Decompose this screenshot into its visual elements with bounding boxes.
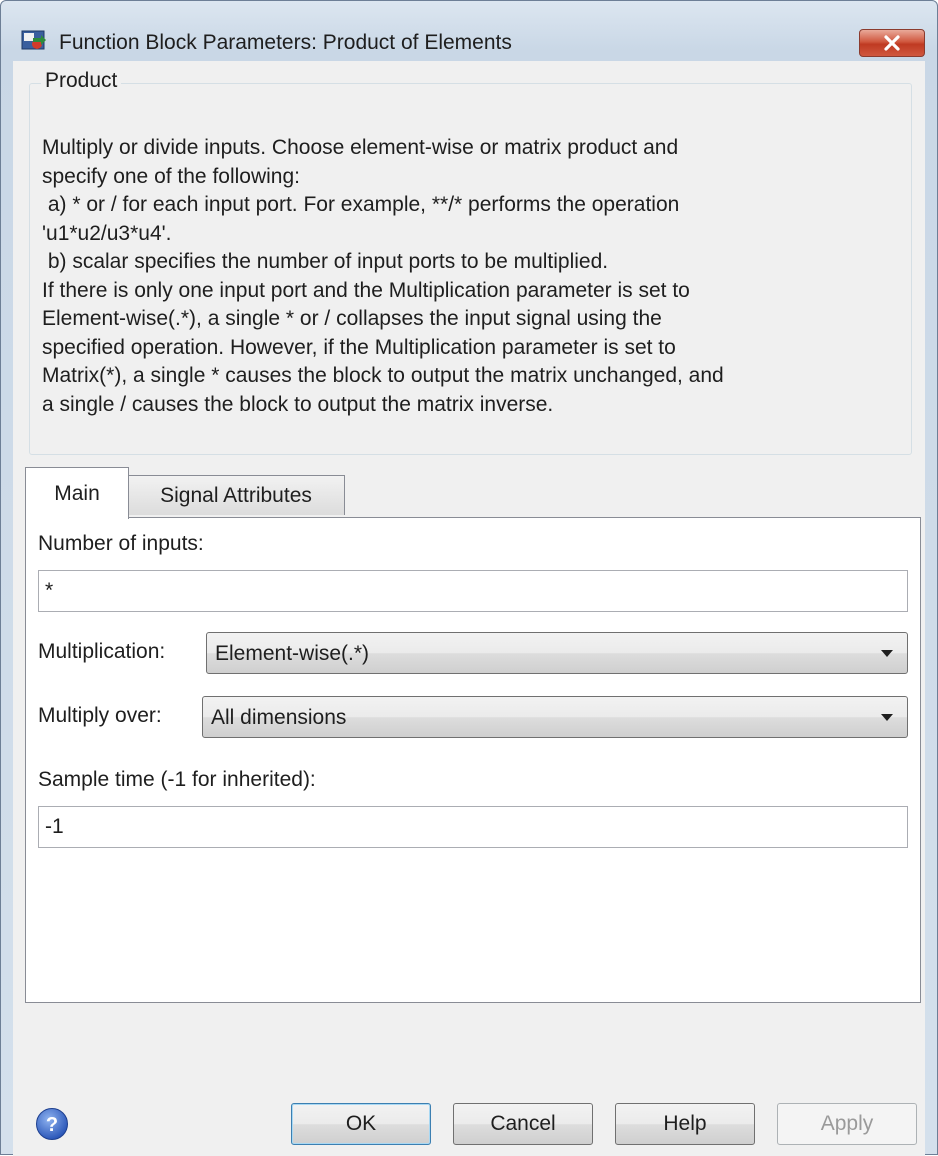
block-description: Multiply or divide inputs. Choose elemen…	[42, 134, 912, 419]
ok-button[interactable]: OK	[291, 1103, 431, 1145]
description-line: b) scalar specifies the number of input …	[42, 250, 609, 273]
description-line: Multiply or divide inputs. Choose elemen…	[42, 136, 679, 159]
num-inputs-label: Number of inputs:	[38, 532, 204, 555]
tab-main[interactable]: Main	[25, 467, 129, 519]
product-groupbox: Multiply or divide inputs. Choose elemen…	[29, 83, 912, 455]
main-tab-panel: Number of inputs: Multiplication: Elemen…	[25, 517, 921, 1003]
close-button[interactable]	[859, 29, 925, 57]
close-icon	[884, 35, 900, 51]
sample-time-label: Sample time (-1 for inherited):	[38, 768, 316, 791]
description-line: Element-wise(.*), a single * or / collap…	[42, 307, 662, 330]
description-line: specify one of the following:	[42, 164, 300, 188]
multiply-over-value: All dimensions	[211, 706, 347, 729]
help-question-icon[interactable]: ?	[35, 1107, 69, 1141]
simulink-block-icon	[21, 30, 46, 50]
groupbox-label: Product	[41, 69, 122, 93]
description-line: If there is only one input port and the …	[42, 278, 690, 302]
chevron-down-icon	[881, 714, 893, 721]
tab-signal-attributes[interactable]: Signal Attributes	[127, 475, 345, 515]
svg-text:?: ?	[46, 1114, 58, 1136]
multiply-over-label: Multiply over:	[38, 704, 162, 727]
tab-strip: Main Signal Attributes	[25, 467, 925, 519]
description-line: Matrix(*), a single * causes the block t…	[42, 364, 724, 387]
description-line: a single / causes the block to output th…	[42, 392, 554, 416]
apply-button[interactable]: Apply	[777, 1103, 917, 1145]
multiplication-dropdown[interactable]: Element-wise(.*)	[206, 632, 908, 674]
multiply-over-dropdown[interactable]: All dimensions	[202, 696, 908, 738]
num-inputs-field[interactable]	[38, 570, 908, 612]
description-line: 'u1*u2/u3*u4'.	[42, 221, 172, 245]
window-title: Function Block Parameters: Product of El…	[59, 31, 512, 54]
multiplication-value: Element-wise(.*)	[215, 642, 370, 665]
sample-time-field[interactable]	[38, 806, 908, 848]
cancel-button[interactable]: Cancel	[453, 1103, 593, 1145]
multiplication-label: Multiplication:	[38, 640, 166, 663]
dialog-client-area: Multiply or divide inputs. Choose elemen…	[13, 61, 925, 1156]
description-line: a) * or / for each input port. For examp…	[42, 193, 680, 216]
chevron-down-icon	[881, 650, 893, 657]
dialog-window: Function Block Parameters: Product of El…	[0, 0, 938, 1156]
help-button[interactable]: Help	[615, 1103, 755, 1145]
description-line: specified operation. However, if the Mul…	[42, 335, 676, 359]
